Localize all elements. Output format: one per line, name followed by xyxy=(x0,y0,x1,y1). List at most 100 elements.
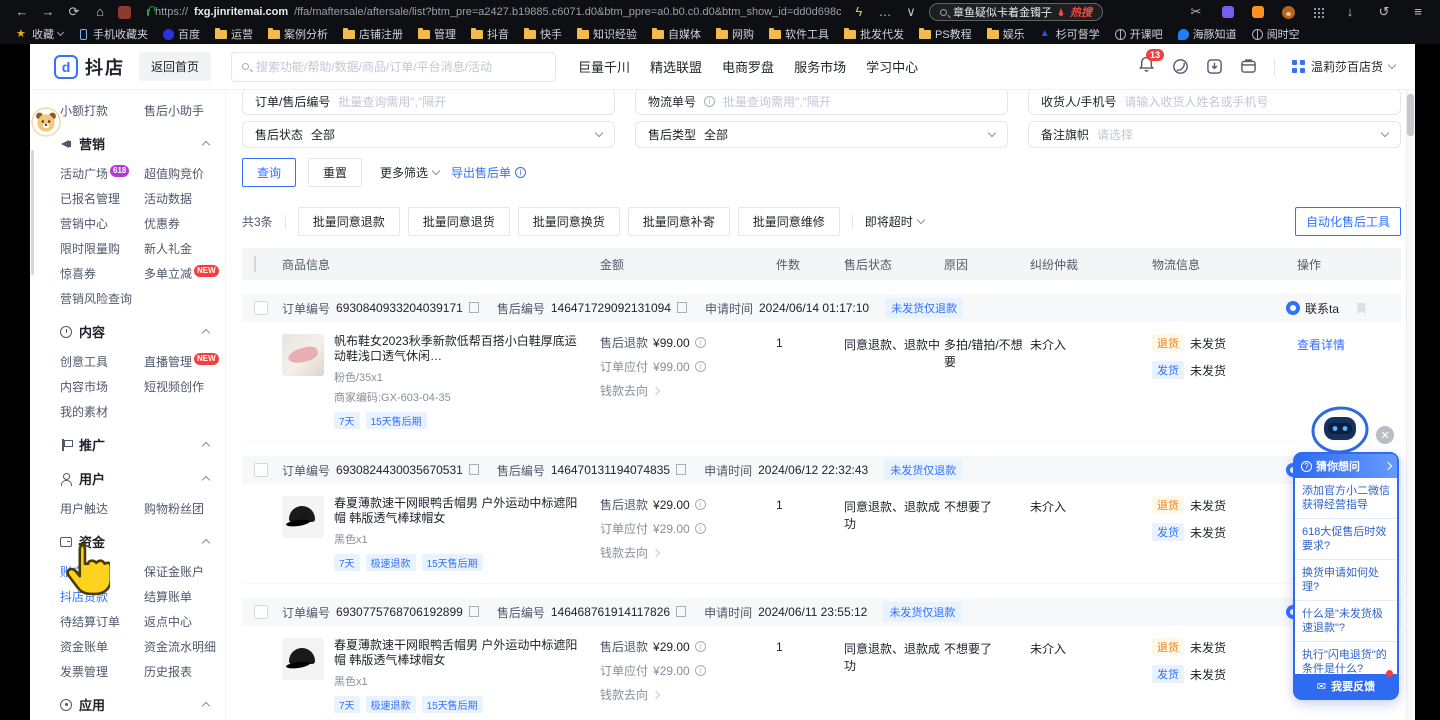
sidebar-section[interactable]: 用户 xyxy=(60,469,225,488)
receiver-input[interactable]: 收货人/手机号 请输入收货人姓名或手机号 xyxy=(1028,90,1401,115)
bookmark-item[interactable]: 手机收藏夹 xyxy=(78,26,148,42)
question-item[interactable]: 换货申请如何处理? xyxy=(1295,560,1397,601)
batch-repair-button[interactable]: 批量同意维修 xyxy=(738,207,840,236)
history-icon[interactable]: ↺ xyxy=(1376,4,1392,20)
nav-jingxuan[interactable]: 精选联盟 xyxy=(650,57,702,76)
sidebar-link[interactable]: 限时限量购 xyxy=(60,240,120,257)
sidebar-link[interactable]: 用户触达 xyxy=(60,500,108,517)
order-id-input[interactable]: 订单/售后编号 批量查询需用","隔开 xyxy=(242,90,615,115)
theme-circle-icon[interactable] xyxy=(1172,58,1189,75)
sidebar-link[interactable]: 资金流水明细 xyxy=(144,638,216,655)
page-scrollbar[interactable] xyxy=(1406,90,1415,720)
forward-icon[interactable]: → xyxy=(40,4,56,20)
sidebar-link[interactable]: 活动数据 xyxy=(144,190,192,207)
sidebar-link[interactable]: 活动广场 xyxy=(60,165,108,182)
row-checkbox[interactable] xyxy=(254,463,268,477)
zap-icon[interactable]: ϟ xyxy=(851,4,867,20)
mascot-assistant[interactable] xyxy=(31,107,61,142)
back-home-button[interactable]: 返回首页 xyxy=(139,52,211,81)
sidebar-link[interactable]: 资金账单 xyxy=(60,638,108,655)
sidebar-link[interactable]: 发票管理 xyxy=(60,663,108,680)
bookmark-item[interactable]: 娱乐 xyxy=(987,26,1025,42)
close-icon[interactable]: ✕ xyxy=(1376,426,1394,444)
more-filters-link[interactable]: 更多筛选 xyxy=(380,164,439,181)
sidebar-link[interactable]: 惊喜券 xyxy=(60,265,96,282)
bookmark-item[interactable]: 网购 xyxy=(716,26,754,42)
automation-tool-button[interactable]: 自动化售后工具 xyxy=(1295,207,1401,236)
bookmark-item[interactable]: 自媒体 xyxy=(652,26,701,42)
timeout-filter[interactable]: 即将超时 xyxy=(865,213,924,230)
dog-extension-icon[interactable] xyxy=(1282,6,1295,19)
sidebar-link[interactable]: 营销中心 xyxy=(60,215,108,232)
copy-icon[interactable] xyxy=(679,304,687,313)
menu-icon[interactable]: ≡ xyxy=(1410,4,1426,20)
sidebar-link[interactable]: 已报名管理 xyxy=(60,190,120,207)
scissors-icon[interactable]: ✂ xyxy=(1188,4,1204,20)
select-all-checkbox[interactable] xyxy=(254,256,256,272)
bookmark-item[interactable]: 案例分析 xyxy=(268,26,328,42)
bookmark-item[interactable]: 运营 xyxy=(215,26,253,42)
aftersale-status-select[interactable]: 售后状态 全部 xyxy=(242,121,615,148)
sidebar-link[interactable]: 多单立减 xyxy=(144,265,192,282)
bookmark-item[interactable]: 收藏 xyxy=(16,26,63,42)
address-bar[interactable]: https://fxg.jinritemai.com/ffa/maftersal… xyxy=(141,6,841,18)
notifications-button[interactable]: 13 xyxy=(1138,56,1155,78)
bookmark-item[interactable]: 批发代发 xyxy=(844,26,904,42)
bookmark-item[interactable]: 百度 xyxy=(163,26,200,42)
copy-icon[interactable] xyxy=(471,466,479,475)
sidebar-section[interactable]: 应用 xyxy=(60,695,225,714)
view-detail-link[interactable]: 查看详情 xyxy=(1297,334,1401,353)
product-title[interactable]: 春夏薄款速干网眼鸭舌帽男 户外运动中标遮阳帽 韩版透气棒球帽女 xyxy=(334,638,582,668)
aftersale-type-select[interactable]: 售后类型 全部 xyxy=(635,121,1008,148)
question-item[interactable]: 618大促售后时效要求? xyxy=(1295,519,1397,560)
reload-icon[interactable]: ⟳ xyxy=(66,4,82,20)
sidebar-section[interactable]: 内容 xyxy=(60,322,225,341)
nav-xuexi[interactable]: 学习中心 xyxy=(866,57,918,76)
batch-exchange-button[interactable]: 批量同意换货 xyxy=(518,207,620,236)
logo[interactable]: d 抖店 xyxy=(54,54,125,80)
money-destination[interactable]: 钱款去向 xyxy=(600,544,648,561)
sidebar-link[interactable]: 我的素材 xyxy=(60,403,108,420)
bookmark-item[interactable]: 知识经验 xyxy=(577,26,637,42)
row-checkbox[interactable] xyxy=(254,301,268,315)
sidebar-link[interactable]: 待结算订单 xyxy=(60,613,120,630)
feedback-button[interactable]: ✉ 我要反馈 xyxy=(1295,674,1397,698)
download-icon[interactable]: ↓ xyxy=(1342,4,1358,20)
sidebar-link[interactable]: 超值购竞价 xyxy=(144,165,204,182)
extension-icon[interactable] xyxy=(118,6,131,19)
sidebar-link[interactable]: 小额打款 xyxy=(60,102,108,119)
sidebar-link[interactable]: 售后小助手 xyxy=(144,102,204,119)
bookmark-item[interactable]: 快手 xyxy=(524,26,562,42)
back-icon[interactable]: ← xyxy=(14,4,30,20)
sidebar-section[interactable]: 营销 xyxy=(60,134,225,153)
bookmark-item[interactable]: PS教程 xyxy=(919,26,972,42)
dropdown-caret-icon[interactable]: ∨ xyxy=(903,4,919,20)
sidebar-link[interactable]: 账户中心 xyxy=(60,563,108,580)
scrollbar-thumb[interactable] xyxy=(1407,94,1414,136)
product-image[interactable] xyxy=(282,496,324,538)
bookmark-item[interactable]: 杉可督学 xyxy=(1040,26,1100,42)
reset-button[interactable]: 重置 xyxy=(308,158,362,187)
sidebar-link[interactable]: 购物粉丝团 xyxy=(144,500,204,517)
store-switcher[interactable]: 温莉莎百店货 xyxy=(1292,58,1395,75)
bookmark-item[interactable]: 海豚知道 xyxy=(1178,26,1237,42)
batch-refund-button[interactable]: 批量同意退款 xyxy=(298,207,400,236)
contact-buyer-button[interactable]: 联系ta xyxy=(1286,300,1339,317)
home-icon[interactable]: ⌂ xyxy=(92,4,108,20)
sidebar-scrollbar[interactable] xyxy=(31,150,34,275)
query-button[interactable]: 查询 xyxy=(242,158,296,187)
bookmark-item[interactable]: 抖音 xyxy=(471,26,509,42)
question-item[interactable]: 添加官方小二微信获得经营指导 xyxy=(1295,478,1397,519)
copy-icon[interactable] xyxy=(678,608,686,617)
bookmark-item[interactable]: 阅时空 xyxy=(1252,26,1300,42)
bookmark-item[interactable]: 开课吧 xyxy=(1115,26,1163,42)
apps-grid-icon[interactable] xyxy=(1313,7,1324,18)
download-center-icon[interactable] xyxy=(1206,58,1223,75)
app-search-input[interactable]: 搜索功能/帮助/数据/商品/订单/平台消息/活动 xyxy=(231,52,556,82)
sidebar-link[interactable]: 历史报表 xyxy=(144,663,192,680)
sidebar-section[interactable]: 资金 xyxy=(60,532,225,551)
product-title[interactable]: 春夏薄款速干网眼鸭舌帽男 户外运动中标遮阳帽 韩版透气棒球帽女 xyxy=(334,496,582,526)
sidebar-link[interactable]: 结算账单 xyxy=(144,588,192,605)
sidebar-link[interactable]: 抖店贷款 xyxy=(60,588,108,605)
bookmark-item[interactable]: 店铺注册 xyxy=(343,26,403,42)
